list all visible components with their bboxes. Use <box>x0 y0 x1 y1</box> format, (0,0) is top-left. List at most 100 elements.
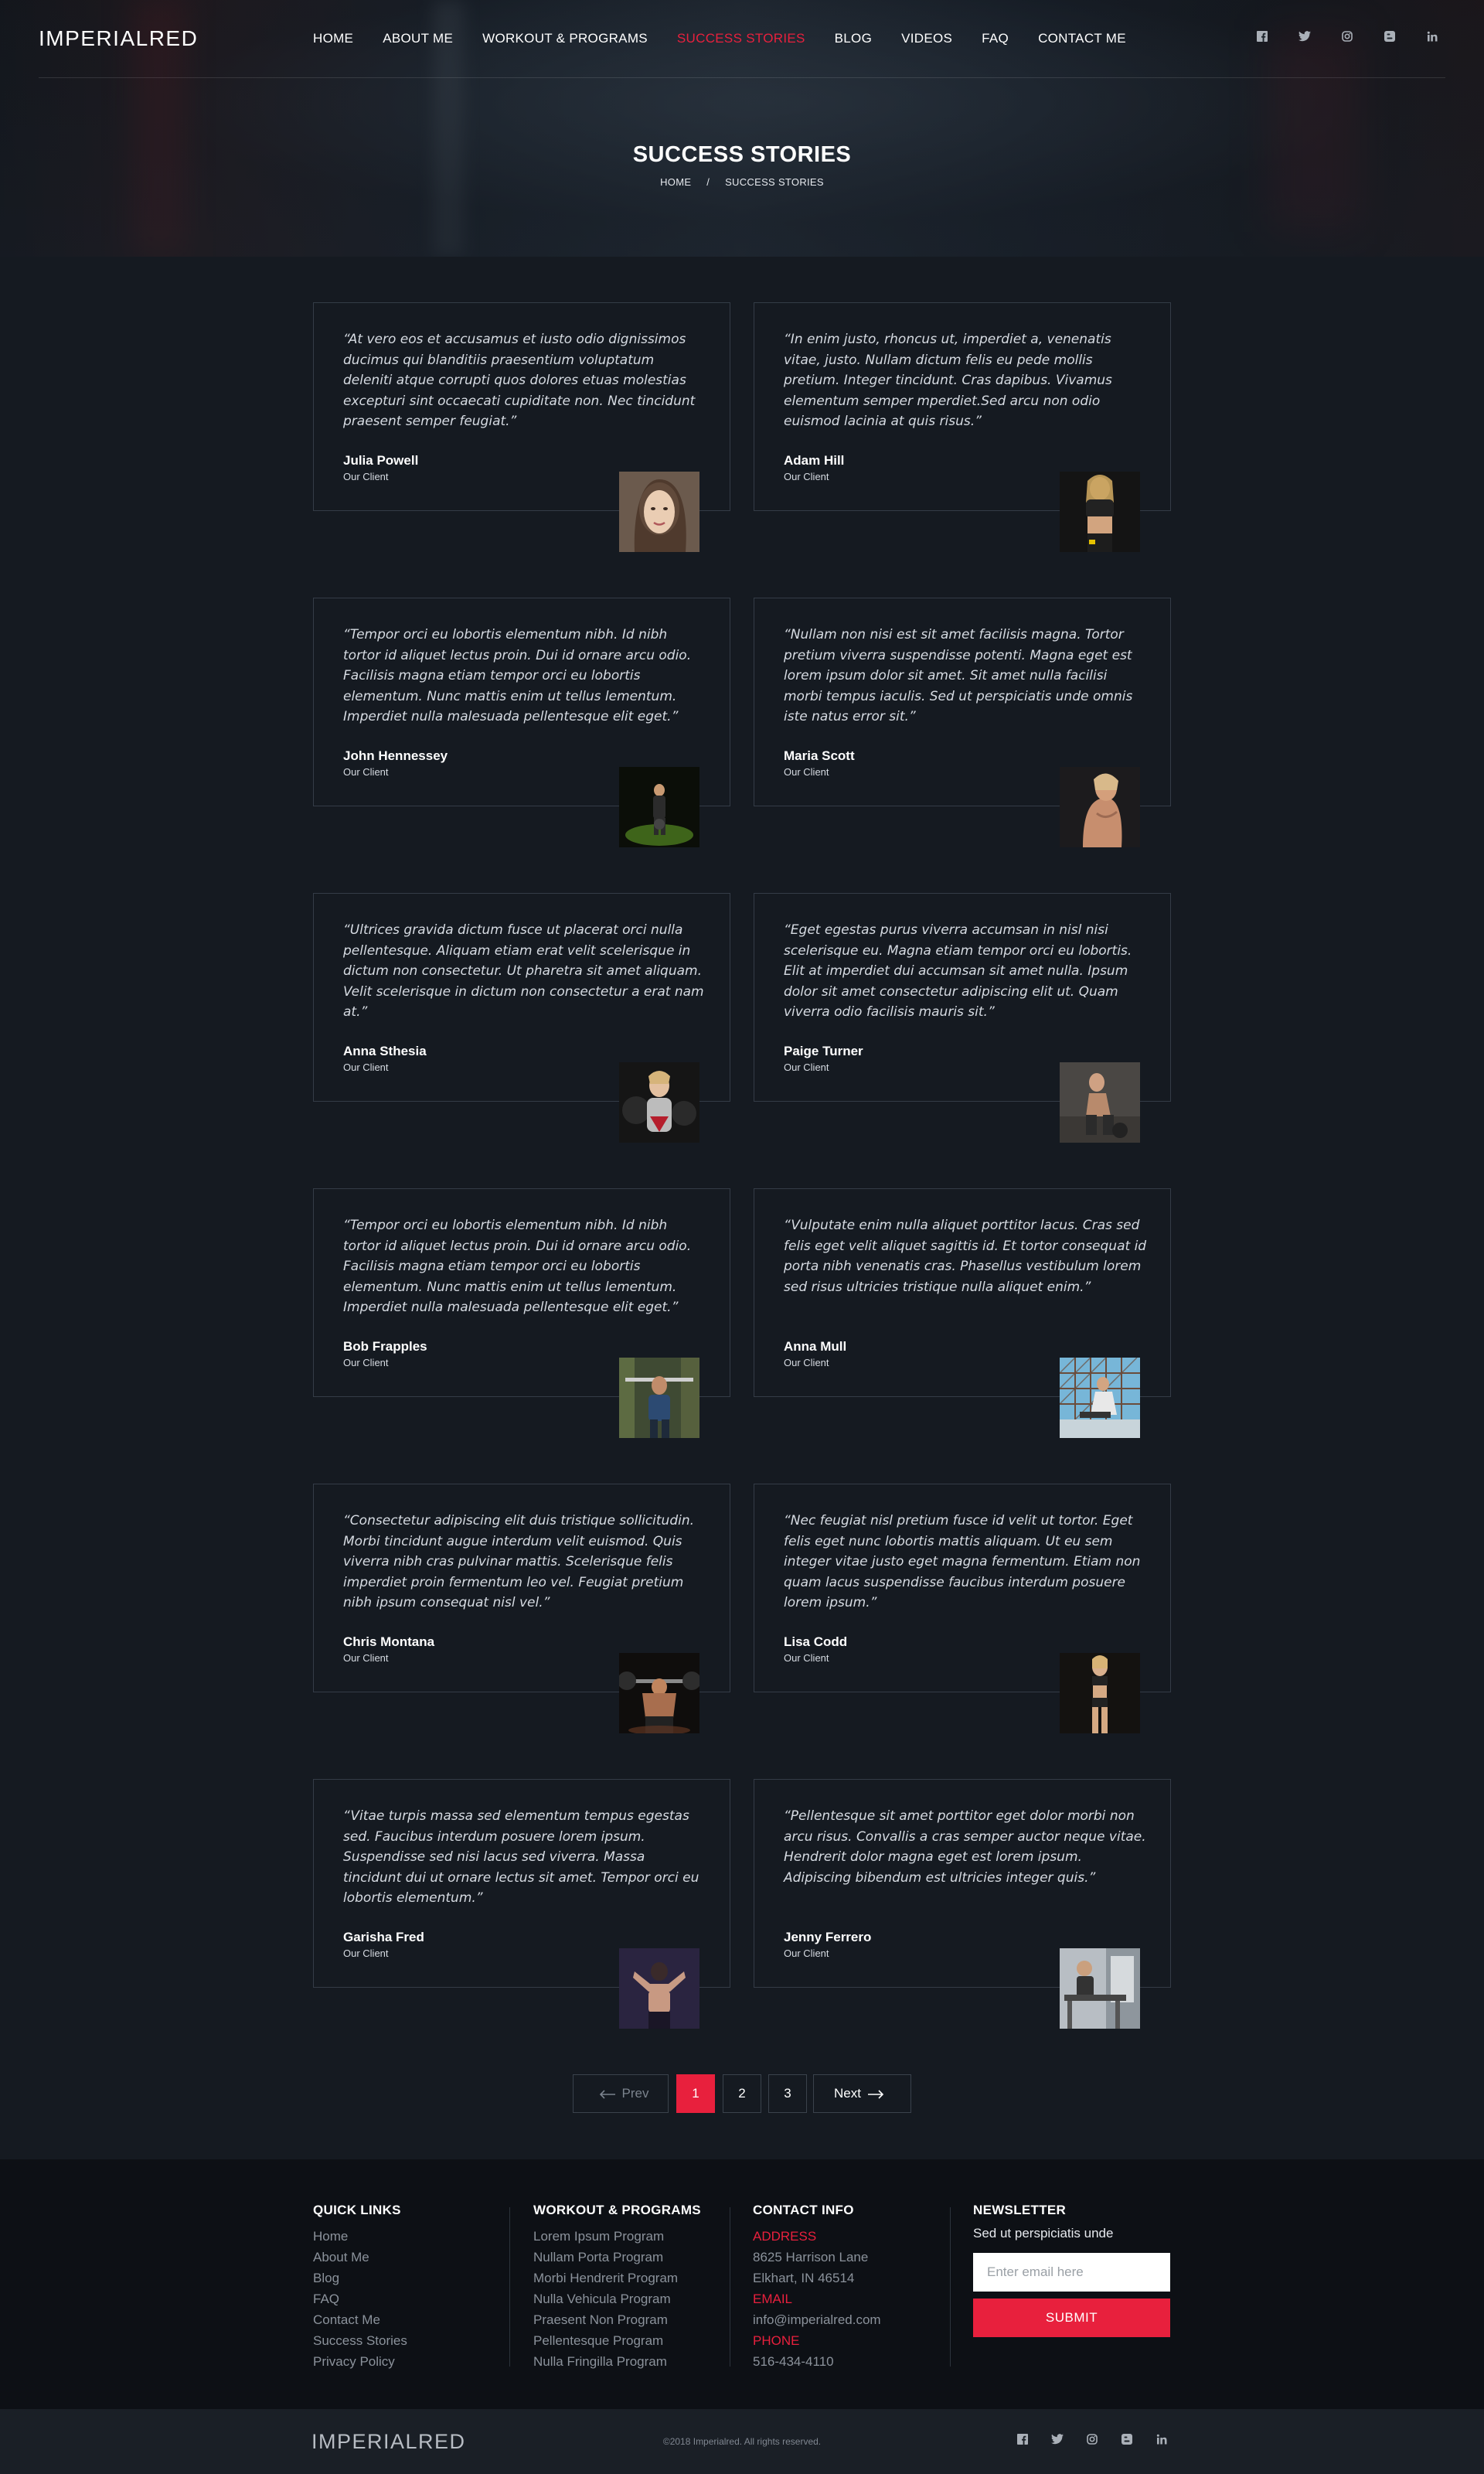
bottom-bar: IMPERIALRED ©2018 Imperialred. All right… <box>0 2409 1484 2474</box>
email-link[interactable]: info@imperialred.com <box>753 2309 881 2330</box>
page-1-button[interactable]: 1 <box>676 2074 715 2113</box>
address-label: ADDRESS <box>753 2229 817 2244</box>
client-role: Our Client <box>343 1948 389 1959</box>
twitter-icon[interactable] <box>1283 31 1326 45</box>
nav-blog[interactable]: BLOG <box>835 31 872 46</box>
footer-programs: WORKOUT & PROGRAMS Lorem Ipsum Program N… <box>533 2203 701 2372</box>
footer-program-link[interactable]: Nulla Fringilla Program <box>533 2351 701 2372</box>
arrow-right-icon <box>867 2084 884 2104</box>
footer-program-link[interactable]: Nullam Porta Program <box>533 2247 701 2268</box>
client-role: Our Client <box>784 1357 829 1368</box>
linkedin-icon[interactable] <box>1144 2434 1179 2448</box>
footer-link-home[interactable]: Home <box>313 2226 407 2247</box>
footer-program-link[interactable]: Praesent Non Program <box>533 2309 701 2330</box>
next-label: Next <box>834 2086 861 2101</box>
footer-newsletter: NEWSLETTER Sed ut perspiciatis unde SUBM… <box>973 2203 1170 2337</box>
footer-link-privacy[interactable]: Privacy Policy <box>313 2351 407 2372</box>
page-3-button[interactable]: 3 <box>768 2074 807 2113</box>
next-page-button[interactable]: Next <box>813 2074 911 2113</box>
client-photo <box>1060 472 1140 552</box>
nav-faq[interactable]: FAQ <box>982 31 1009 46</box>
testimonial-card: “Tempor orci eu lobortis elementum nibh.… <box>313 1188 730 1438</box>
nav-contact-me[interactable]: CONTACT ME <box>1038 31 1126 46</box>
testimonial-quote: “At vero eos et accusamus et iusto odio … <box>343 332 696 429</box>
main-nav: HOME ABOUT ME WORKOUT & PROGRAMS SUCCESS… <box>313 31 1156 46</box>
facebook-icon[interactable] <box>1005 2434 1040 2448</box>
testimonial-quote: “In enim justo, rhoncus ut, imperdiet a,… <box>784 332 1112 429</box>
address-line2: Elkhart, IN 46514 <box>753 2271 855 2285</box>
prev-page-button[interactable]: Prev <box>573 2074 669 2113</box>
footer-program-link[interactable]: Morbi Hendrerit Program <box>533 2268 701 2288</box>
footer-heading: QUICK LINKS <box>313 2203 401 2217</box>
copyright-text: ©2018 Imperialred. All rights reserved. <box>662 2436 822 2447</box>
site-footer: QUICK LINKS Home About Me Blog FAQ Conta… <box>0 2159 1484 2409</box>
client-name: Garisha Fred <box>343 1930 424 1944</box>
address-line1: 8625 Harrison Lane <box>753 2250 869 2264</box>
testimonial-card: “Vulputate enim nulla aliquet porttitor … <box>754 1188 1171 1438</box>
client-role: Our Client <box>343 1062 389 1073</box>
instagram-icon[interactable] <box>1074 2434 1109 2448</box>
facebook-icon[interactable] <box>1241 31 1283 45</box>
testimonial-card: “Nullam non nisi est sit amet facilisis … <box>754 598 1171 847</box>
site-logo[interactable]: IMPERIALRED <box>39 26 198 51</box>
client-role: Our Client <box>784 1062 829 1073</box>
client-name: Adam Hill <box>784 453 845 468</box>
nav-about-me[interactable]: ABOUT ME <box>383 31 453 46</box>
breadcrumb-home[interactable]: HOME <box>660 176 691 188</box>
arrow-left-icon <box>599 2084 616 2104</box>
testimonial-card: “Eget egestas purus viverra accumsan in … <box>754 893 1171 1143</box>
client-name: Jenny Ferrero <box>784 1930 872 1944</box>
footer-program-link[interactable]: Lorem Ipsum Program <box>533 2226 701 2247</box>
breadcrumb-separator: / <box>706 176 710 188</box>
newsletter-text: Sed ut perspiciatis unde <box>973 2226 1114 2241</box>
client-name: Maria Scott <box>784 748 855 763</box>
linkedin-icon[interactable] <box>1411 31 1453 45</box>
page-2-button[interactable]: 2 <box>723 2074 761 2113</box>
instagram-icon[interactable] <box>1326 31 1368 45</box>
testimonial-card: “Vitae turpis massa sed elementum tempus… <box>313 1779 730 2029</box>
footer-heading: NEWSLETTER <box>973 2203 1067 2217</box>
testimonial-quote: “Ultrices gravida dictum fusce ut placer… <box>343 922 704 1020</box>
client-photo <box>619 1358 699 1438</box>
nav-success-stories[interactable]: SUCCESS STORIES <box>677 31 805 46</box>
phone-number[interactable]: 516-434-4110 <box>753 2351 881 2372</box>
newsletter-submit-button[interactable]: SUBMIT <box>973 2299 1170 2337</box>
testimonial-quote: “Vulputate enim nulla aliquet porttitor … <box>784 1218 1147 1295</box>
client-role: Our Client <box>784 766 829 778</box>
client-role: Our Client <box>784 471 829 482</box>
footer-social-links <box>1005 2434 1179 2448</box>
footer-link-contact[interactable]: Contact Me <box>313 2309 407 2330</box>
testimonial-card: “Nec feugiat nisl pretium fusce id velit… <box>754 1484 1171 1733</box>
nav-videos[interactable]: VIDEOS <box>901 31 952 46</box>
client-photo <box>1060 767 1140 847</box>
client-role: Our Client <box>784 1948 829 1959</box>
testimonial-card: “In enim justo, rhoncus ut, imperdiet a,… <box>754 302 1171 552</box>
nav-home[interactable]: HOME <box>313 31 353 46</box>
client-name: Bob Frapples <box>343 1339 427 1354</box>
client-role: Our Client <box>784 1652 829 1664</box>
nav-workout-programs[interactable]: WORKOUT & PROGRAMS <box>482 31 648 46</box>
footer-heading: WORKOUT & PROGRAMS <box>533 2203 701 2217</box>
testimonial-quote: “Eget egestas purus viverra accumsan in … <box>784 922 1132 1020</box>
testimonial-quote: “Nec feugiat nisl pretium fusce id velit… <box>784 1513 1141 1610</box>
footer-link-success-stories[interactable]: Success Stories <box>313 2330 407 2351</box>
client-photo <box>619 1062 699 1143</box>
client-name: John Hennessey <box>343 748 448 763</box>
footer-link-faq[interactable]: FAQ <box>313 2288 407 2309</box>
footer-divider <box>509 2207 510 2367</box>
testimonial-quote: “Consectetur adipiscing elit duis tristi… <box>343 1513 695 1610</box>
footer-link-blog[interactable]: Blog <box>313 2268 407 2288</box>
testimonial-card: “Pellentesque sit amet porttitor eget do… <box>754 1779 1171 2029</box>
footer-program-link[interactable]: Pellentesque Program <box>533 2330 701 2351</box>
blogger-icon[interactable] <box>1109 2434 1144 2448</box>
testimonial-quote: “Tempor orci eu lobortis elementum nibh.… <box>343 1218 692 1315</box>
footer-program-link[interactable]: Nulla Vehicula Program <box>533 2288 701 2309</box>
testimonial-card: “Ultrices gravida dictum fusce ut placer… <box>313 893 730 1143</box>
client-photo <box>1060 1358 1140 1438</box>
footer-link-about[interactable]: About Me <box>313 2247 407 2268</box>
newsletter-email-input[interactable] <box>973 2253 1170 2292</box>
twitter-icon[interactable] <box>1040 2434 1074 2448</box>
testimonial-card: “At vero eos et accusamus et iusto odio … <box>313 302 730 552</box>
pagination: Prev 1 2 3 Next <box>0 2074 1484 2113</box>
blogger-icon[interactable] <box>1368 31 1411 45</box>
